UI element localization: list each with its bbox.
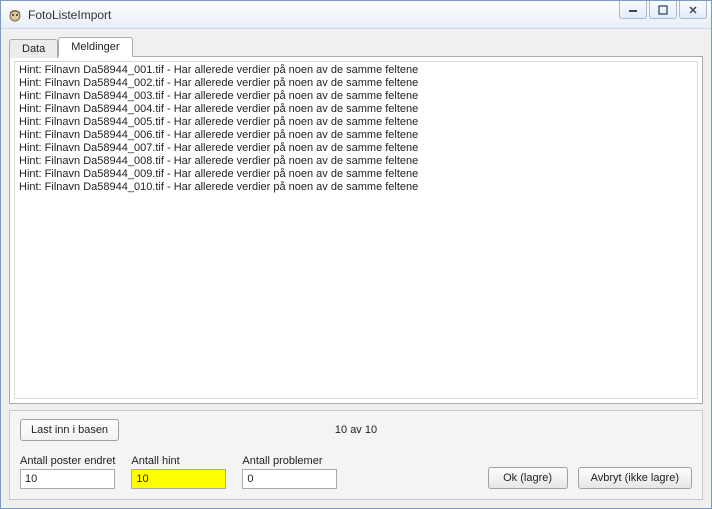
records-changed-label: Antall poster endret [20, 455, 115, 467]
message-line[interactable]: Hint: Filnavn Da58944_009.tif - Har alle… [17, 168, 695, 181]
ok-save-button[interactable]: Ok (lagre) [488, 467, 568, 489]
window-controls [619, 1, 707, 19]
problems-group: Antall problemer [242, 455, 337, 489]
maximize-button[interactable] [649, 1, 677, 19]
client-area: Data Meldinger Hint: Filnavn Da58944_001… [1, 29, 711, 508]
message-line[interactable]: Hint: Filnavn Da58944_002.tif - Har alle… [17, 77, 695, 90]
cancel-nosave-button[interactable]: Avbryt (ikke lagre) [578, 467, 692, 489]
records-changed-input[interactable] [20, 469, 115, 489]
records-changed-group: Antall poster endret [20, 455, 115, 489]
message-line[interactable]: Hint: Filnavn Da58944_004.tif - Har alle… [17, 103, 695, 116]
tab-messages[interactable]: Meldinger [58, 37, 132, 57]
message-line[interactable]: Hint: Filnavn Da58944_005.tif - Har alle… [17, 116, 695, 129]
footer-fields-row: Antall poster endret Antall hint Antall … [20, 455, 692, 489]
minimize-button[interactable] [619, 1, 647, 19]
message-line[interactable]: Hint: Filnavn Da58944_003.tif - Har alle… [17, 90, 695, 103]
message-line[interactable]: Hint: Filnavn Da58944_010.tif - Har alle… [17, 181, 695, 194]
problems-label: Antall problemer [242, 455, 337, 467]
load-into-base-button[interactable]: Last inn i basen [20, 419, 119, 441]
hints-label: Antall hint [131, 455, 226, 467]
message-line[interactable]: Hint: Filnavn Da58944_008.tif - Har alle… [17, 155, 695, 168]
titlebar: FotoListeImport [1, 1, 711, 29]
message-line[interactable]: Hint: Filnavn Da58944_007.tif - Har alle… [17, 142, 695, 155]
action-buttons: Ok (lagre) Avbryt (ikke lagre) [488, 467, 692, 489]
problems-input[interactable] [242, 469, 337, 489]
message-line[interactable]: Hint: Filnavn Da58944_006.tif - Har alle… [17, 129, 695, 142]
tab-data[interactable]: Data [9, 39, 58, 58]
messages-listbox[interactable]: Hint: Filnavn Da58944_001.tif - Har alle… [14, 61, 698, 399]
app-icon [7, 7, 23, 23]
message-line[interactable]: Hint: Filnavn Da58944_001.tif - Har alle… [17, 64, 695, 77]
record-count-status: 10 av 10 [335, 424, 377, 436]
footer-top-row: Last inn i basen 10 av 10 [20, 419, 692, 441]
hints-input[interactable] [131, 469, 226, 489]
hints-group: Antall hint [131, 455, 226, 489]
window-title: FotoListeImport [28, 8, 111, 22]
tab-strip: Data Meldinger [9, 35, 703, 57]
close-button[interactable] [679, 1, 707, 19]
tabpage-messages: Hint: Filnavn Da58944_001.tif - Har alle… [9, 56, 703, 404]
app-window: FotoListeImport Data Meldinger Hint: Fil… [0, 0, 712, 509]
footer-panel: Last inn i basen 10 av 10 Antall poster … [9, 410, 703, 500]
